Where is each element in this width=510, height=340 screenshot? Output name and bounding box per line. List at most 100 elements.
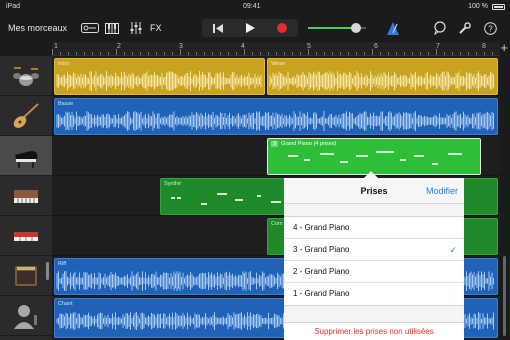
ruler-tick (60, 52, 61, 55)
ruler-tick (252, 52, 253, 55)
ruler-tick (84, 52, 85, 55)
metronome-icon[interactable] (386, 21, 400, 35)
ruler-tick (132, 52, 133, 55)
svg-text:?: ? (488, 24, 493, 33)
ruler-tick (156, 52, 157, 55)
track-header-vocal[interactable] (0, 296, 52, 336)
take-badge[interactable]: 3 (271, 141, 279, 147)
ruler-tick (92, 52, 93, 55)
waveform-path (56, 111, 494, 131)
track-header-drums[interactable] (0, 56, 52, 96)
record-icon[interactable] (266, 19, 298, 37)
track-header-piano[interactable] (0, 136, 52, 176)
ruler-tick (460, 52, 461, 55)
ruler-tick (468, 52, 469, 55)
take-item[interactable]: 1 - Grand Piano (284, 283, 464, 305)
take-item[interactable]: 4 - Grand Piano (284, 217, 464, 239)
help-icon[interactable]: ? (482, 21, 498, 35)
track-header-synth[interactable] (0, 176, 52, 216)
ruler-tick (108, 52, 109, 55)
ruler-tick (76, 52, 77, 55)
ruler-tick (228, 52, 229, 55)
audio-region[interactable]: Basse (54, 98, 498, 135)
ruler-tick (180, 49, 181, 55)
waveform (56, 111, 494, 131)
browser-icon[interactable] (80, 21, 100, 35)
edit-button[interactable]: Modifier (426, 186, 458, 196)
ruler-tick (428, 52, 429, 55)
my-songs-button[interactable]: Mes morceaux (8, 23, 67, 33)
region-name: 3 Grand Piano (4 prises) (271, 141, 336, 147)
play-icon[interactable] (234, 19, 266, 37)
ruler-tick (276, 52, 277, 55)
ruler-tick (404, 52, 405, 55)
ruler-tick (372, 49, 373, 55)
fx-button[interactable]: FX (150, 23, 162, 33)
vertical-scrollbar[interactable] (503, 256, 506, 336)
track-header-amp[interactable] (0, 256, 52, 296)
region-name: Chant (58, 301, 73, 307)
bar-number: 1 (54, 43, 58, 50)
audio-region[interactable]: Intro (54, 58, 265, 95)
track-header-keyboard[interactable] (0, 216, 52, 256)
keyboard-icon[interactable] (104, 21, 120, 35)
ruler-tick (484, 52, 485, 55)
master-volume-slider[interactable] (308, 23, 366, 33)
add-section-button[interactable]: + (500, 40, 508, 55)
ruler-tick (420, 52, 421, 55)
track-lane: Basse (52, 96, 500, 136)
take-label: 4 - Grand Piano (293, 223, 350, 232)
track-header-bass[interactable] (0, 96, 52, 136)
ruler-tick (364, 52, 365, 55)
ruler-tick (412, 52, 413, 55)
ruler-tick (308, 49, 309, 55)
ruler-tick (116, 49, 117, 55)
ruler-tick (140, 52, 141, 55)
ruler-tick (316, 52, 317, 55)
take-item[interactable]: 2 - Grand Piano (284, 261, 464, 283)
take-label: 3 - Grand Piano (293, 245, 350, 254)
ruler-tick (172, 52, 173, 55)
ruler-tick (396, 52, 397, 55)
region-name: Verse (271, 61, 286, 67)
synth-icon (14, 189, 38, 203)
volume-knob[interactable] (350, 23, 361, 33)
rewind-icon[interactable] (202, 19, 234, 37)
ruler-tick (236, 52, 237, 55)
ruler-tick (220, 52, 221, 55)
grand-piano-icon (15, 150, 38, 168)
ruler-tick (100, 52, 101, 55)
mixer-icon[interactable] (128, 21, 144, 35)
take-item-selected[interactable]: 3 - Grand Piano ✓ (284, 239, 464, 261)
take-label: 2 - Grand Piano (293, 267, 350, 276)
delete-unused-takes-button[interactable]: Supprimer les prises non utilisées (284, 322, 464, 340)
wrench-icon[interactable] (456, 21, 472, 35)
ruler-tick (348, 52, 349, 55)
ruler-tick (324, 52, 325, 55)
battery-icon (492, 4, 505, 10)
ruler-tick (492, 52, 493, 55)
waveform (56, 71, 262, 91)
audio-region[interactable]: Verse (267, 58, 498, 95)
ruler-tick (388, 52, 389, 55)
ruler-tick (124, 52, 125, 55)
track-lane: Intro Verse (52, 56, 500, 96)
timeline-ruler[interactable]: 1 2 3 4 5 6 7 8 + (52, 40, 508, 56)
midi-region-selected[interactable]: 3 Grand Piano (4 prises) (267, 138, 481, 175)
vertical-scroll-track (500, 56, 510, 340)
ruler-tick (148, 52, 149, 55)
bar-number: 6 (374, 43, 378, 50)
header-scrollbar[interactable] (46, 262, 49, 280)
region-name: Intro (58, 61, 70, 67)
ruler-tick (68, 52, 69, 55)
ruler-tick (260, 52, 261, 55)
region-name: Basse (58, 101, 74, 107)
bar-number: 2 (117, 43, 121, 50)
ruler-tick (188, 52, 189, 55)
toolbar: Mes morceaux FX ? (0, 14, 510, 42)
waveform-path (269, 71, 494, 91)
transport-controls (202, 19, 298, 37)
loop-browser-icon[interactable] (432, 21, 448, 35)
ruler-tick (268, 52, 269, 55)
ruler-tick (284, 52, 285, 55)
